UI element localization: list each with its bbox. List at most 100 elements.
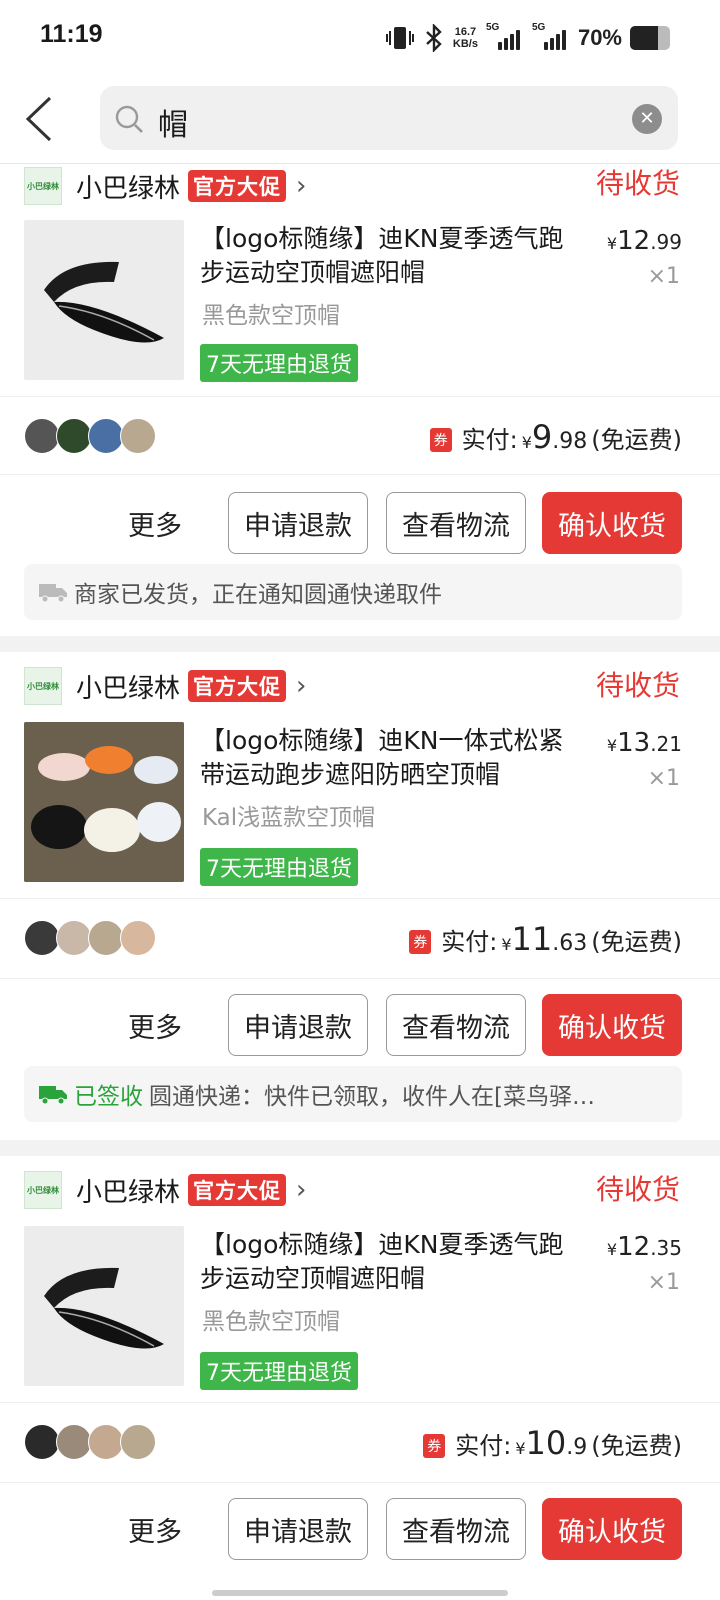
promo-badge: 官方大促 (188, 1174, 287, 1206)
bluetooth-icon (426, 24, 442, 52)
shop-name: 小巴绿林 (76, 1177, 181, 1208)
avatar (88, 920, 124, 956)
coupon-icon: 券 (423, 1434, 446, 1458)
divider (0, 474, 720, 475)
order-status: 待收货 (595, 167, 680, 200)
refund-button[interactable]: 申请退款 (228, 1498, 368, 1560)
divider (0, 396, 720, 397)
chevron-left-icon (25, 96, 52, 142)
chevron-right-icon: › (296, 171, 307, 201)
product-price: ¥13.21 (606, 728, 682, 758)
shop-name: 小巴绿林 (76, 673, 181, 704)
avatar (24, 1424, 60, 1460)
buyer-avatars[interactable] (24, 920, 156, 956)
shop-row[interactable]: 小巴绿林 小巴绿林 官方大促 › (24, 166, 306, 206)
coupon-icon: 券 (409, 930, 432, 954)
paid-amount: 券 实付: ¥9.98 (免运费) (429, 418, 682, 456)
notice-text: 圆通快递：快件已领取，收件人在[菜鸟驿… (149, 1084, 595, 1110)
divider (0, 1402, 720, 1403)
product-price: ¥12.99 (606, 226, 682, 256)
paid-amount: 券 实付: ¥11.63 (免运费) (409, 920, 682, 958)
back-button[interactable] (22, 94, 62, 144)
status-icons: 16.7 KB/s 5G 5G 70% (385, 18, 670, 58)
signed-status: 已签收 (74, 1084, 143, 1110)
confirm-receipt-button[interactable]: 确认收货 (542, 994, 682, 1056)
avatar (56, 920, 92, 956)
divider (0, 978, 720, 979)
order-actions: 更多 申请退款 查看物流 确认收货 (0, 492, 720, 554)
order-card: 小巴绿林 小巴绿林 官方大促 › 待收货 【logo标随缘】迪KN夏季透气跑步运… (0, 1156, 720, 1600)
avatar (88, 1424, 124, 1460)
product-image[interactable] (24, 220, 184, 380)
refund-button[interactable]: 申请退款 (228, 994, 368, 1056)
buyer-avatars[interactable] (24, 418, 156, 454)
more-button[interactable]: 更多 (128, 504, 182, 543)
product-quantity: ×1 (647, 264, 680, 289)
divider (0, 1482, 720, 1483)
product-image[interactable] (24, 722, 184, 882)
avatar (56, 418, 92, 454)
logistics-button[interactable]: 查看物流 (386, 994, 526, 1056)
return-policy-badge: 7天无理由退货 (200, 344, 358, 382)
shop-row[interactable]: 小巴绿林 小巴绿林 官方大促 › (24, 666, 306, 706)
product-variant: 黑色款空顶帽 (202, 303, 340, 329)
shop-logo: 小巴绿林 (24, 1171, 62, 1209)
status-time: 11:19 (40, 20, 103, 48)
confirm-receipt-button[interactable]: 确认收货 (542, 1498, 682, 1560)
notice-text: 商家已发货，正在通知圆通快递取件 (74, 582, 442, 608)
order-actions: 更多 申请退款 查看物流 确认收货 (0, 1498, 720, 1560)
shop-logo: 小巴绿林 (24, 167, 62, 205)
avatar (120, 1424, 156, 1460)
buyer-avatars[interactable] (24, 1424, 156, 1460)
search-icon (115, 105, 143, 133)
confirm-receipt-button[interactable]: 确认收货 (542, 492, 682, 554)
shop-row[interactable]: 小巴绿林 小巴绿林 官方大促 › (24, 1170, 306, 1210)
logistics-notice[interactable]: 商家已发货，正在通知圆通快递取件 (24, 564, 682, 620)
product-title[interactable]: 【logo标随缘】迪KN夏季透气跑步运动空顶帽遮阳帽 (200, 222, 580, 290)
product-quantity: ×1 (647, 766, 680, 791)
search-input[interactable]: 帽 ✕ (100, 86, 678, 150)
logistics-button[interactable]: 查看物流 (386, 1498, 526, 1560)
product-title[interactable]: 【logo标随缘】迪KN一体式松紧带运动跑步遮阳防晒空顶帽 (200, 724, 580, 792)
logistics-notice[interactable]: 已签收 圆通快递：快件已领取，收件人在[菜鸟驿… (24, 1066, 682, 1122)
order-status: 待收货 (595, 1173, 680, 1206)
product-quantity: ×1 (647, 1270, 680, 1295)
product-price: ¥12.35 (606, 1232, 682, 1262)
order-status: 待收货 (595, 669, 680, 702)
order-actions: 更多 申请退款 查看物流 确认收货 (0, 994, 720, 1056)
shop-logo: 小巴绿林 (24, 667, 62, 705)
battery-icon (630, 26, 670, 50)
avatar (88, 418, 124, 454)
avatar (120, 920, 156, 956)
avatar (56, 1424, 92, 1460)
paid-amount: 券 实付: ¥10.9 (免运费) (423, 1424, 682, 1462)
home-indicator[interactable] (212, 1590, 508, 1596)
chevron-right-icon: › (296, 671, 307, 701)
more-button[interactable]: 更多 (128, 1510, 182, 1549)
chevron-right-icon: › (296, 1175, 307, 1205)
product-variant: 黑色款空顶帽 (202, 1309, 340, 1335)
product-title[interactable]: 【logo标随缘】迪KN夏季透气跑步运动空顶帽遮阳帽 (200, 1228, 580, 1296)
vibrate-icon (385, 27, 414, 49)
more-button[interactable]: 更多 (128, 1006, 182, 1045)
shop-name: 小巴绿林 (76, 173, 181, 204)
return-policy-badge: 7天无理由退货 (200, 848, 358, 886)
clear-icon[interactable]: ✕ (632, 104, 662, 134)
search-query: 帽 (158, 108, 188, 143)
net-speed: 16.7 KB/s (452, 26, 478, 50)
logistics-button[interactable]: 查看物流 (386, 492, 526, 554)
signal-icon: 5G (486, 22, 524, 50)
avatar (24, 920, 60, 956)
order-card: 小巴绿林 小巴绿林 官方大促 › 待收货 【logo标随缘】迪KN夏季透气跑步运… (0, 164, 720, 636)
order-card: 小巴绿林 小巴绿林 官方大促 › 待收货 【logo标随缘】迪KN一体式松紧带运… (0, 652, 720, 1140)
promo-badge: 官方大促 (188, 170, 287, 202)
coupon-icon: 券 (429, 428, 452, 452)
status-bar: 11:19 16.7 KB/s 5G 5G 70% (0, 0, 720, 76)
product-image[interactable] (24, 1226, 184, 1386)
search-header: 帽 ✕ (0, 76, 720, 164)
truck-icon (39, 1086, 67, 1105)
avatar (24, 418, 60, 454)
refund-button[interactable]: 申请退款 (228, 492, 368, 554)
battery-percent: 70% (577, 25, 622, 50)
product-variant: Kal浅蓝款空顶帽 (202, 805, 376, 831)
